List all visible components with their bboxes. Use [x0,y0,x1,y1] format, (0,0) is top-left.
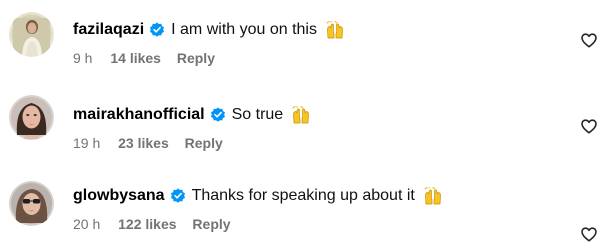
comment-line: mairakhanofficial So true [73,104,567,126]
reply-button[interactable]: Reply [185,134,223,152]
raising-hands-icon [423,187,443,205]
comments-list: fazilaqazi I am with you on this 9 h 14 … [0,0,607,251]
username[interactable]: glowbysana [73,185,165,207]
likes-count[interactable]: 14 likes [110,49,161,67]
comment-time: 9 h [73,50,93,66]
comment-body: fazilaqazi I am with you on this 9 h 14 … [73,19,567,67]
likes-count[interactable]: 23 likes [118,134,169,152]
comment-item: glowbysana Thanks for speaking up about … [0,171,607,251]
comment-meta: 9 h 14 likes Reply [73,49,567,67]
comment-meta: 19 h 23 likes Reply [73,134,567,152]
comment-line: glowbysana Thanks for speaking up about … [73,185,567,207]
like-heart-icon[interactable] [581,119,597,134]
comment-body: mairakhanofficial So true 19 h 23 likes … [73,104,567,152]
avatar[interactable] [9,181,54,226]
comment-time: 20 h [73,216,101,232]
reply-button[interactable]: Reply [177,49,215,67]
avatar-image [9,12,54,57]
avatar-image [9,95,54,140]
comment-text: So true [231,106,284,123]
comment-text: I am with you on this [171,21,317,38]
comment-line: fazilaqazi I am with you on this [73,19,567,41]
verified-badge-icon [170,188,186,204]
username[interactable]: mairakhanofficial [73,104,205,126]
like-heart-icon[interactable] [581,33,597,48]
comment-item: mairakhanofficial So true 19 h 23 likes … [0,85,607,165]
raising-hands-icon [291,106,311,124]
comment-body: glowbysana Thanks for speaking up about … [73,185,567,233]
raising-hands-icon [325,21,345,39]
username[interactable]: fazilaqazi [73,19,144,41]
comment-time: 19 h [73,135,101,151]
like-heart-icon[interactable] [581,227,597,242]
avatar[interactable] [9,12,54,57]
reply-button[interactable]: Reply [192,215,230,233]
avatar[interactable] [9,95,54,140]
comment-text: Thanks for speaking up about it [191,187,415,204]
verified-badge-icon [210,107,226,123]
verified-badge-icon [149,22,165,38]
comment-item: fazilaqazi I am with you on this 9 h 14 … [0,0,607,80]
avatar-image [9,181,54,226]
likes-count[interactable]: 122 likes [118,215,176,233]
comment-meta: 20 h 122 likes Reply [73,215,567,233]
